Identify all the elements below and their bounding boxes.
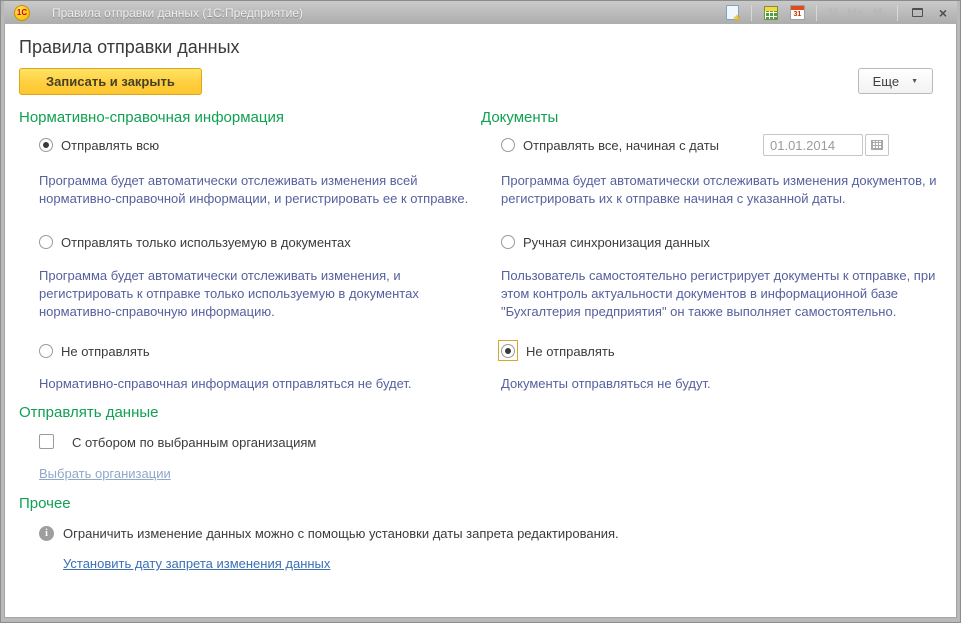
focus-ring	[498, 340, 518, 361]
radio-icon[interactable]	[501, 138, 515, 152]
save-and-close-button[interactable]: Записать и закрыть	[19, 68, 202, 95]
checkbox-label[interactable]: С отбором по выбранным организациям	[72, 434, 316, 451]
start-date-input[interactable]	[763, 134, 863, 156]
app-window: 1С Правила отправки данных (1С:Предприят…	[0, 0, 961, 623]
radio-icon[interactable]	[501, 235, 515, 249]
1c-logo-icon: 1С	[14, 5, 30, 21]
documents-heading: Документы	[481, 109, 956, 137]
calendar-grid-icon	[871, 140, 883, 150]
radio-label[interactable]: Ручная синхронизация данных	[523, 234, 710, 251]
star-icon: ★	[733, 14, 741, 23]
send-data-heading: Отправлять данные	[19, 404, 956, 434]
favorites-button[interactable]: ★	[722, 3, 742, 22]
other-heading: Прочее	[19, 495, 956, 525]
nsi-option-used-only-description: Программа будет автоматически отслеживат…	[19, 267, 481, 343]
window-title: Правила отправки данных (1С:Предприятие)	[52, 6, 722, 20]
documents-option-send-from-date[interactable]: Отправлять все, начиная с даты	[481, 137, 956, 172]
radio-icon[interactable]	[39, 138, 53, 152]
radio-icon[interactable]	[501, 344, 515, 358]
select-organizations-link[interactable]: Выбрать организации	[39, 466, 171, 481]
date-picker-button[interactable]	[865, 134, 889, 156]
close-button[interactable]: ×	[933, 3, 953, 22]
close-icon: ×	[939, 6, 947, 20]
favorites-icon: ★	[726, 5, 739, 20]
maximize-button[interactable]	[907, 3, 927, 22]
radio-label[interactable]: Не отправлять	[526, 343, 615, 360]
filter-by-organizations-option[interactable]: С отбором по выбранным организациям	[19, 434, 956, 465]
radio-label[interactable]: Отправлять всю	[61, 137, 159, 154]
titlebar: 1С Правила отправки данных (1С:Предприят…	[4, 1, 957, 24]
form-content: Правила отправки данных Записать и закры…	[4, 24, 957, 618]
memory-m-plus-button: М+	[846, 7, 866, 19]
nsi-section: Нормативно-справочная информация Отправл…	[19, 109, 481, 404]
documents-section: Документы Отправлять все, начиная с даты…	[481, 109, 956, 404]
set-restriction-date-row: Установить дату запрета изменения данных	[19, 555, 956, 585]
nsi-option-used-only[interactable]: Отправлять только используемую в докумен…	[19, 234, 481, 267]
documents-option-manual-sync-description: Пользователь самостоятельно регистрирует…	[481, 267, 956, 343]
calculator-button[interactable]	[761, 3, 781, 22]
set-restriction-date-link[interactable]: Установить дату запрета изменения данных	[63, 556, 330, 571]
page-title: Правила отправки данных	[19, 37, 956, 58]
documents-option-send-from-date-description: Программа будет автоматически отслеживат…	[481, 172, 956, 234]
memory-m-minus-button: М-	[871, 7, 888, 19]
more-button-label: Еще	[873, 74, 899, 89]
info-icon: i	[39, 526, 54, 541]
chevron-down-icon: ▼	[911, 78, 918, 85]
send-data-section: Отправлять данные С отбором по выбранным…	[19, 404, 956, 495]
maximize-icon	[912, 8, 923, 17]
documents-option-dont-send-description: Документы отправляться не будут.	[481, 375, 956, 404]
titlebar-buttons: ★ 31 М М+ М- ×	[722, 3, 953, 22]
restriction-info-text: Ограничить изменение данных можно с помо…	[63, 525, 619, 542]
more-button[interactable]: Еще ▼	[858, 68, 933, 94]
separator	[816, 5, 817, 21]
calendar-day-label: 31	[794, 10, 802, 19]
radio-label[interactable]: Отправлять все, начиная с даты	[523, 137, 719, 154]
settings-columns: Нормативно-справочная информация Отправл…	[19, 109, 956, 404]
nsi-option-dont-send[interactable]: Не отправлять	[19, 343, 481, 375]
nsi-option-send-all[interactable]: Отправлять всю	[19, 137, 481, 172]
documents-option-dont-send[interactable]: Не отправлять	[481, 343, 956, 375]
calendar-icon: 31	[790, 5, 805, 20]
restriction-info-row: i Ограничить изменение данных можно с по…	[19, 525, 956, 555]
separator	[751, 5, 752, 21]
radio-label[interactable]: Отправлять только используемую в докумен…	[61, 234, 351, 251]
nsi-option-dont-send-description: Нормативно-справочная информация отправл…	[19, 375, 481, 404]
nsi-option-send-all-description: Программа будет автоматически отслеживат…	[19, 172, 481, 234]
radio-icon[interactable]	[39, 235, 53, 249]
radio-label[interactable]: Не отправлять	[61, 343, 150, 360]
radio-icon[interactable]	[39, 344, 53, 358]
separator	[897, 5, 898, 21]
start-date-field-group	[763, 134, 889, 156]
calendar-button[interactable]: 31	[787, 3, 807, 22]
toolbar: Записать и закрыть Еще ▼	[19, 68, 956, 95]
other-section: Прочее i Ограничить изменение данных мож…	[19, 495, 956, 585]
checkbox-icon[interactable]	[39, 434, 54, 449]
select-organizations-row: Выбрать организации	[19, 465, 956, 495]
memory-m-button: М	[826, 7, 839, 19]
nsi-heading: Нормативно-справочная информация	[19, 109, 481, 137]
calculator-icon	[764, 6, 778, 20]
documents-option-manual-sync[interactable]: Ручная синхронизация данных	[481, 234, 956, 267]
